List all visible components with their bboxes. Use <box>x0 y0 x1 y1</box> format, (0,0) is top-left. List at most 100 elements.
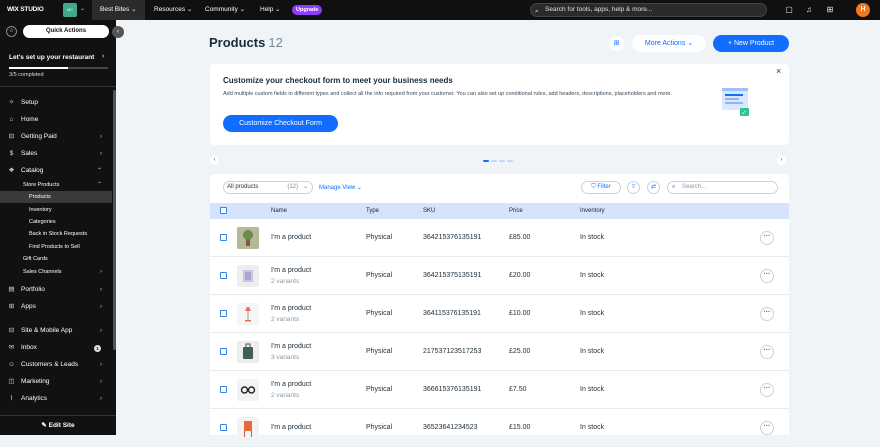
table-row[interactable]: I'm a product 2 variants Physical 364115376… <box>210 295 789 333</box>
table-header: Name Type SKU Price Inventory <box>210 203 789 219</box>
column-type[interactable]: Type <box>366 203 379 219</box>
carousel-prev-button[interactable]: ‹ <box>210 156 219 165</box>
sidebar-item-catalog[interactable]: ❖ Catalog ⌃ <box>0 164 112 178</box>
more-actions-button[interactable]: More Actions ⌄ <box>632 35 706 52</box>
row-checkbox[interactable] <box>220 386 227 393</box>
table-row[interactable]: I'm a product 2 variants Physical 364215375… <box>210 257 789 295</box>
table-row[interactable]: I'm a product 2 variants Physical 366615376… <box>210 371 789 409</box>
setup-title[interactable]: Let's set up your restaurant <box>9 54 94 61</box>
product-name[interactable]: I'm a product <box>271 305 311 312</box>
row-more-actions-button[interactable]: ··· <box>760 345 774 359</box>
sidebar-item-back-in-stock-requests[interactable]: Back in Stock Requests <box>0 228 112 240</box>
tab-community[interactable]: Community ⌄ <box>197 0 253 20</box>
row-more-actions-button[interactable]: ··· <box>760 307 774 321</box>
chevron-down-icon[interactable]: ⌄ <box>80 5 85 12</box>
sidebar-item-apps[interactable]: ⊞ Apps › <box>0 300 112 314</box>
row-more-actions-button[interactable]: ··· <box>760 421 774 435</box>
sidebar-item-categories[interactable]: Categories <box>0 216 112 228</box>
product-name[interactable]: I'm a product <box>271 267 311 274</box>
sidebar-item-portfolio[interactable]: ▤ Portfolio › <box>0 283 112 297</box>
sidebar-item-store-products[interactable]: Store Products ⌃ <box>0 179 112 191</box>
row-checkbox[interactable] <box>220 348 227 355</box>
sidebar-item-products[interactable]: Products <box>0 191 112 203</box>
quick-actions-button[interactable]: Quick Actions <box>23 25 109 38</box>
sidebar-item-customers-leads[interactable]: ☺ Customers & Leads › <box>0 358 112 372</box>
row-checkbox[interactable] <box>220 234 227 241</box>
layout-toggle-icon[interactable]: ⊞ <box>609 36 624 51</box>
wix-studio-logo[interactable]: WIX STUDIO <box>7 6 44 13</box>
sidebar-item-inventory[interactable]: Inventory <box>0 204 112 216</box>
product-name[interactable]: I'm a product <box>271 424 311 431</box>
product-thumbnail[interactable] <box>237 227 259 249</box>
sidebar-scrollbar[interactable] <box>113 90 116 350</box>
sidebar-item-gift-cards[interactable]: Gift Cards <box>0 253 112 265</box>
sidebar-item-marketing[interactable]: ◫ Marketing › <box>0 375 112 389</box>
table-row[interactable]: I'm a product 3 variants Physical 217537123… <box>210 333 789 371</box>
product-variants: 2 variants <box>271 278 300 285</box>
product-inventory: In stock <box>580 386 605 393</box>
chevron-right-icon[interactable]: › <box>102 53 104 60</box>
sidebar-item-sales[interactable]: $ Sales › <box>0 147 112 161</box>
customize-checkout-button[interactable]: Customize Checkout Form <box>223 115 338 132</box>
product-name[interactable]: I'm a product <box>271 343 311 350</box>
chevron-down-icon: ⌄ <box>302 184 308 190</box>
sidebar-item-inbox[interactable]: ✉ Inbox 1 <box>0 341 112 355</box>
search-placeholder: Search for tools, apps, help & more... <box>545 6 653 13</box>
row-more-actions-button[interactable]: ··· <box>760 269 774 283</box>
grid-icon[interactable]: ⊞ <box>824 4 836 16</box>
row-checkbox[interactable] <box>220 424 227 431</box>
row-checkbox[interactable] <box>220 310 227 317</box>
bell-icon[interactable]: ♫ <box>803 4 815 16</box>
row-more-actions-button[interactable]: ··· <box>760 231 774 245</box>
site-avatar[interactable]: MC <box>63 3 77 17</box>
user-avatar[interactable]: H <box>856 3 870 17</box>
sidebar-item-getting-paid[interactable]: ⊟ Getting Paid › <box>0 130 112 144</box>
product-thumbnail[interactable] <box>237 265 259 287</box>
import-icon[interactable]: ⇄ <box>647 181 660 194</box>
column-sku[interactable]: SKU <box>423 203 435 219</box>
carousel-next-button[interactable]: › <box>777 156 786 165</box>
new-product-button[interactable]: + New Product <box>713 35 789 52</box>
product-thumbnail[interactable] <box>237 417 259 439</box>
tab-site-name[interactable]: Best Bites ⌄ <box>92 0 145 20</box>
edit-site-button[interactable]: ✎ Edit Site <box>0 415 116 435</box>
tab-resources[interactable]: Resources ⌄ <box>146 0 200 20</box>
carousel-dot[interactable] <box>491 160 497 162</box>
sidebar-item-home[interactable]: ⌂ Home <box>0 113 112 127</box>
product-name[interactable]: I'm a product <box>271 381 311 388</box>
row-more-actions-button[interactable]: ··· <box>760 383 774 397</box>
tab-help[interactable]: Help ⌄ <box>252 0 289 20</box>
column-price[interactable]: Price <box>509 203 523 219</box>
product-thumbnail[interactable] <box>237 341 259 363</box>
carousel-dot-active[interactable] <box>483 160 489 162</box>
manage-view-button[interactable]: Manage View ⌄ <box>319 184 362 191</box>
view-select[interactable]: All products (12) ⌄ <box>223 181 313 194</box>
upgrade-button[interactable]: Upgrade <box>292 5 323 15</box>
sidebar-item-site-mobile-app[interactable]: ⊟ Site & Mobile App › <box>0 324 112 338</box>
table-row[interactable]: I'm a product Physical 364215376135191 £85.… <box>210 219 789 257</box>
table-row[interactable]: I'm a product Physical 36523641234523 £15.0… <box>210 409 789 447</box>
global-search-input[interactable]: ⌕ Search for tools, apps, help & more... <box>530 3 767 17</box>
sidebar-item-find-products-to-sell[interactable]: Find Products to Sell <box>0 241 112 253</box>
select-all-checkbox[interactable] <box>220 207 227 214</box>
column-name[interactable]: Name <box>271 203 287 219</box>
product-thumbnail[interactable] <box>237 303 259 325</box>
carousel-dot[interactable] <box>507 160 513 162</box>
sidebar-item-analytics[interactable]: ⌇ Analytics › <box>0 392 112 406</box>
sidebar-item-setup[interactable]: ✧ Setup <box>0 96 112 110</box>
filter-button[interactable]: ⛉ Filter <box>581 181 621 194</box>
column-inventory[interactable]: Inventory <box>580 203 605 219</box>
export-icon[interactable]: ⇧ <box>627 181 640 194</box>
product-thumbnail[interactable] <box>237 379 259 401</box>
close-icon[interactable]: × <box>776 66 781 76</box>
carousel-dot[interactable] <box>499 160 505 162</box>
sidebar-item-label: Products <box>29 194 51 200</box>
collapse-sidebar-button[interactable]: ‹ <box>112 26 124 38</box>
product-name[interactable]: I'm a product <box>271 234 311 241</box>
table-search-input[interactable]: ⌕ Search... <box>667 181 778 194</box>
chat-icon[interactable]: ▢ <box>783 4 795 16</box>
product-price: £7.50 <box>509 386 527 393</box>
star-icon[interactable]: ☆ <box>6 26 17 37</box>
row-checkbox[interactable] <box>220 272 227 279</box>
sidebar-item-sales-channels[interactable]: Sales Channels › <box>0 266 112 278</box>
